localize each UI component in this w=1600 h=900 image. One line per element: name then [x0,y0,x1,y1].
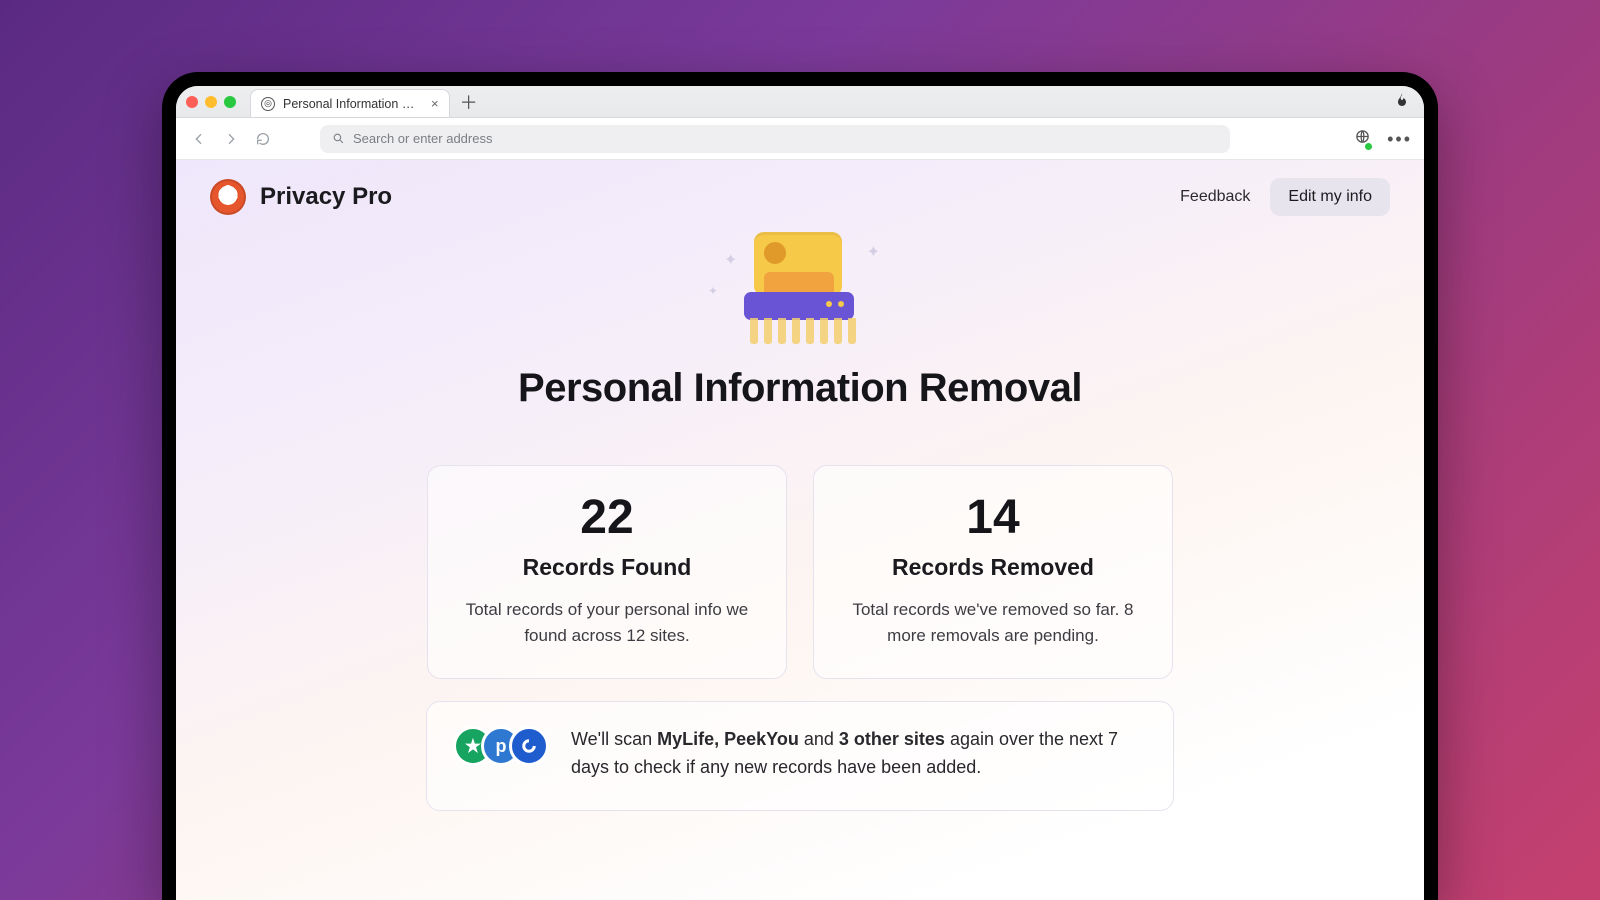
overflow-menu-icon[interactable]: ••• [1387,130,1412,148]
card-records-removed: 14 Records Removed Total records we've r… [813,465,1173,679]
scan-message: We'll scan MyLife, PeekYou and 3 other s… [571,726,1147,782]
found-desc: Total records of your personal info we f… [452,597,762,648]
laptop-frame: ◎ Personal Information Removal × ＋ Sear [162,72,1438,900]
scan-text-mid: and [799,729,839,749]
window-minimize-button[interactable] [205,96,217,108]
removed-label: Records Removed [838,554,1148,581]
browser-tab[interactable]: ◎ Personal Information Removal × [250,89,450,117]
site-icon-other [509,726,549,766]
hero: ✦✦✦ Personal Information Removal [176,232,1424,411]
scan-other-bold: 3 other sites [839,729,945,749]
window-close-button[interactable] [186,96,198,108]
shredder-illustration-icon: ✦✦✦ [720,232,880,350]
site-icons: ★ p [453,726,549,766]
removed-desc: Total records we've removed so far. 8 mo… [838,597,1148,648]
browser-window: ◎ Personal Information Removal × ＋ Sear [176,86,1424,900]
nav-back-button[interactable] [188,128,210,150]
browser-toolbar: Search or enter address ••• [176,118,1424,160]
scan-sites-bold: MyLife, PeekYou [657,729,799,749]
scan-text-prefix: We'll scan [571,729,657,749]
edit-my-info-button[interactable]: Edit my info [1270,178,1390,216]
address-placeholder: Search or enter address [353,131,492,146]
tab-close-icon[interactable]: × [431,96,439,111]
brand-name: Privacy Pro [260,183,392,211]
address-bar[interactable]: Search or enter address [320,125,1230,153]
card-records-found: 22 Records Found Total records of your p… [427,465,787,679]
tab-title: Personal Information Removal [283,97,423,111]
window-maximize-button[interactable] [224,96,236,108]
page-header: Privacy Pro Feedback Edit my info [176,160,1424,226]
window-controls [186,96,236,108]
brand: Privacy Pro [210,179,392,215]
fire-button-icon[interactable] [1394,92,1414,112]
page-content: Privacy Pro Feedback Edit my info ✦✦✦ Pe… [176,160,1424,900]
found-count: 22 [452,494,762,542]
stats-cards: 22 Records Found Total records of your p… [176,465,1424,679]
duckduckgo-logo-icon [210,179,246,215]
new-tab-button[interactable]: ＋ [460,89,478,115]
found-label: Records Found [452,554,762,581]
scan-panel: ★ p We'll scan MyLife, PeekYou and 3 oth… [426,701,1174,811]
privacy-shield-icon[interactable] [1354,128,1371,150]
page-title: Personal Information Removal [518,366,1082,411]
nav-reload-button[interactable] [252,128,274,150]
tab-strip: ◎ Personal Information Removal × ＋ [176,86,1424,118]
tab-favicon-icon: ◎ [261,97,275,111]
removed-count: 14 [838,494,1148,542]
feedback-link[interactable]: Feedback [1180,188,1250,206]
nav-forward-button[interactable] [220,128,242,150]
search-icon [332,132,345,145]
